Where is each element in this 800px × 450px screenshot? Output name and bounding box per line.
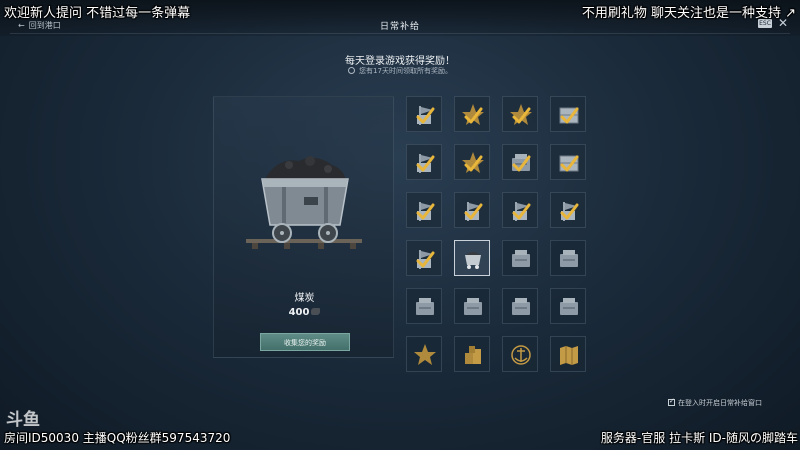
douyu-watermark: 斗鱼 (6, 410, 40, 430)
container-icon (560, 250, 578, 267)
stream-overlay-bottom-left: 房间ID50030 主播QQ粉丝群597543720 (4, 431, 231, 445)
stream-overlay-top-left: 欢迎新人提问 不错过每一条弹幕 (4, 6, 191, 21)
title-divider (10, 33, 790, 34)
container-icon (464, 298, 482, 315)
coal-icon (311, 308, 321, 315)
calendar-day-cell[interactable] (550, 192, 586, 228)
daily-headline: 每天登录游戏获得奖励！ (345, 56, 455, 67)
calendar-day-cell[interactable] (454, 240, 490, 276)
coal-cart-image (244, 147, 364, 257)
reward-amount: 400 (214, 307, 395, 318)
anchor-emblem-icon (511, 345, 531, 365)
calendar-day-cell[interactable] (502, 336, 538, 372)
star-icon (510, 104, 532, 125)
container-icon (512, 298, 530, 315)
coal-cart-icon (465, 252, 481, 269)
flag-icon (512, 202, 531, 221)
reward-amount-value: 400 (288, 307, 310, 318)
star-icon (462, 104, 484, 125)
flag-icon (416, 250, 435, 269)
calendar-day-cell[interactable] (502, 144, 538, 180)
reward-name: 煤炭 (294, 293, 315, 304)
calendar-day-cell[interactable] (550, 144, 586, 180)
flag-icon (560, 202, 579, 221)
calendar-day-cell[interactable] (454, 336, 490, 372)
auto-open-checkbox[interactable]: 在登入时开启日常补给窗口 (668, 397, 762, 408)
calendar-day-cell[interactable] (406, 96, 442, 132)
calendar-day-cell[interactable] (454, 192, 490, 228)
daily-reward-calendar (406, 96, 586, 374)
flag-icon (416, 202, 435, 221)
calendar-day-cell[interactable] (502, 96, 538, 132)
daily-subline: 您有17天时间领取所有奖励。 (0, 66, 800, 76)
supply-boxes-icon (465, 346, 481, 364)
flag-icon (416, 154, 435, 173)
map-icon (560, 346, 578, 365)
clock-icon (348, 67, 356, 74)
calendar-day-cell[interactable] (502, 192, 538, 228)
crate-icon (559, 155, 579, 172)
calendar-day-cell[interactable] (454, 96, 490, 132)
calendar-day-cell[interactable] (550, 96, 586, 132)
star-icon (462, 152, 484, 173)
calendar-day-cell[interactable] (406, 192, 442, 228)
calendar-day-cell[interactable] (502, 240, 538, 276)
stream-overlay-bottom-right: 服务器-官服 拉卡斯 ID-随风の脚踏车 (600, 431, 798, 445)
reward-preview-panel: 煤炭 400 收集您的奖励 (213, 96, 394, 358)
collect-reward-button[interactable]: 收集您的奖励 (260, 333, 350, 351)
calendar-day-cell[interactable] (406, 336, 442, 372)
flag-icon (464, 202, 483, 221)
calendar-day-cell[interactable] (502, 288, 538, 324)
container-icon (512, 154, 531, 172)
crate-icon (559, 107, 579, 124)
calendar-day-cell[interactable] (454, 144, 490, 180)
calendar-day-cell[interactable] (406, 144, 442, 180)
checkbox-icon (668, 397, 675, 406)
calendar-day-cell[interactable] (406, 240, 442, 276)
star-icon (414, 344, 436, 365)
calendar-day-cell[interactable] (550, 336, 586, 372)
calendar-day-cell[interactable] (406, 288, 442, 324)
calendar-day-cell[interactable] (550, 288, 586, 324)
stream-overlay-top-right: 不用刷礼物 聊天关注也是一种支持 ↗ (581, 6, 796, 21)
daily-subline-text: 您有17天时间领取所有奖励。 (359, 67, 452, 75)
calendar-day-cell[interactable] (550, 240, 586, 276)
flag-icon (416, 106, 435, 125)
container-icon (560, 298, 578, 315)
container-icon (416, 298, 434, 315)
auto-open-label: 在登入时开启日常补给窗口 (678, 399, 762, 407)
container-icon (512, 250, 530, 267)
calendar-day-cell[interactable] (454, 288, 490, 324)
